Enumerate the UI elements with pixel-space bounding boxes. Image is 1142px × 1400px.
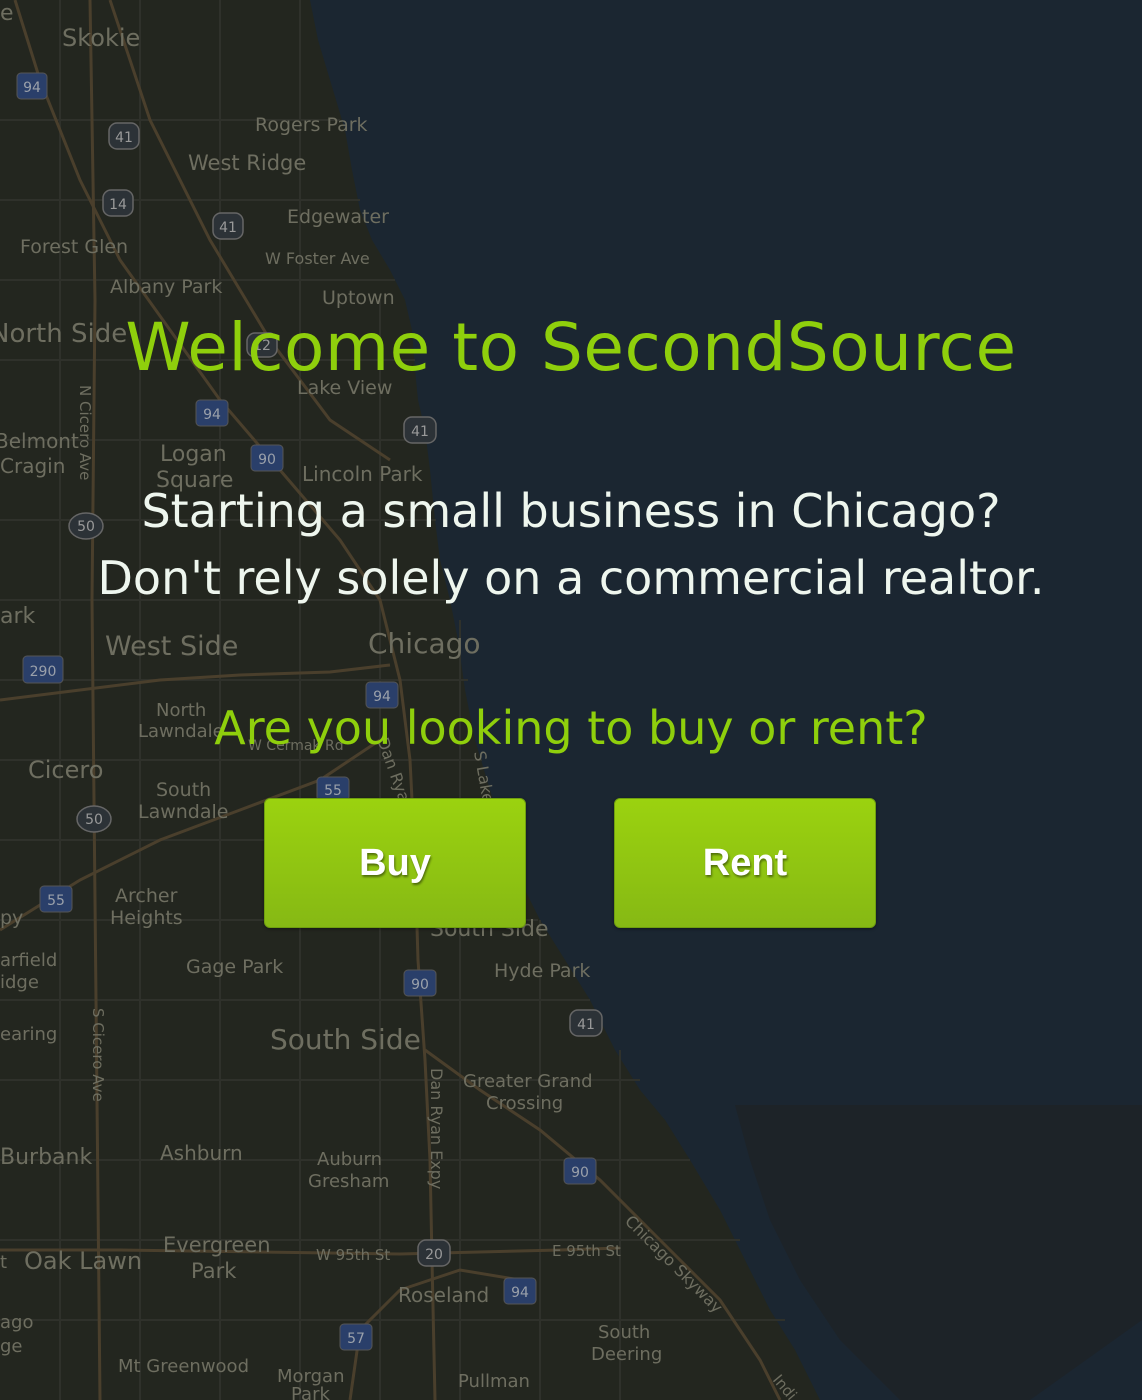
rent-button[interactable]: Rent [614, 798, 876, 928]
tagline-line-1: Starting a small business in Chicago? [141, 484, 1001, 538]
buy-or-rent-question: Are you looking to buy or rent? [214, 701, 928, 755]
welcome-overlay: Welcome to SecondSource Starting a small… [0, 0, 1142, 1400]
page-title: Welcome to SecondSource [125, 309, 1017, 386]
tagline-line-2: Don't rely solely on a commercial realto… [97, 551, 1045, 605]
rent-button-label: Rent [702, 841, 788, 884]
buy-button-label: Buy [359, 841, 431, 884]
buy-button[interactable]: Buy [264, 798, 526, 928]
